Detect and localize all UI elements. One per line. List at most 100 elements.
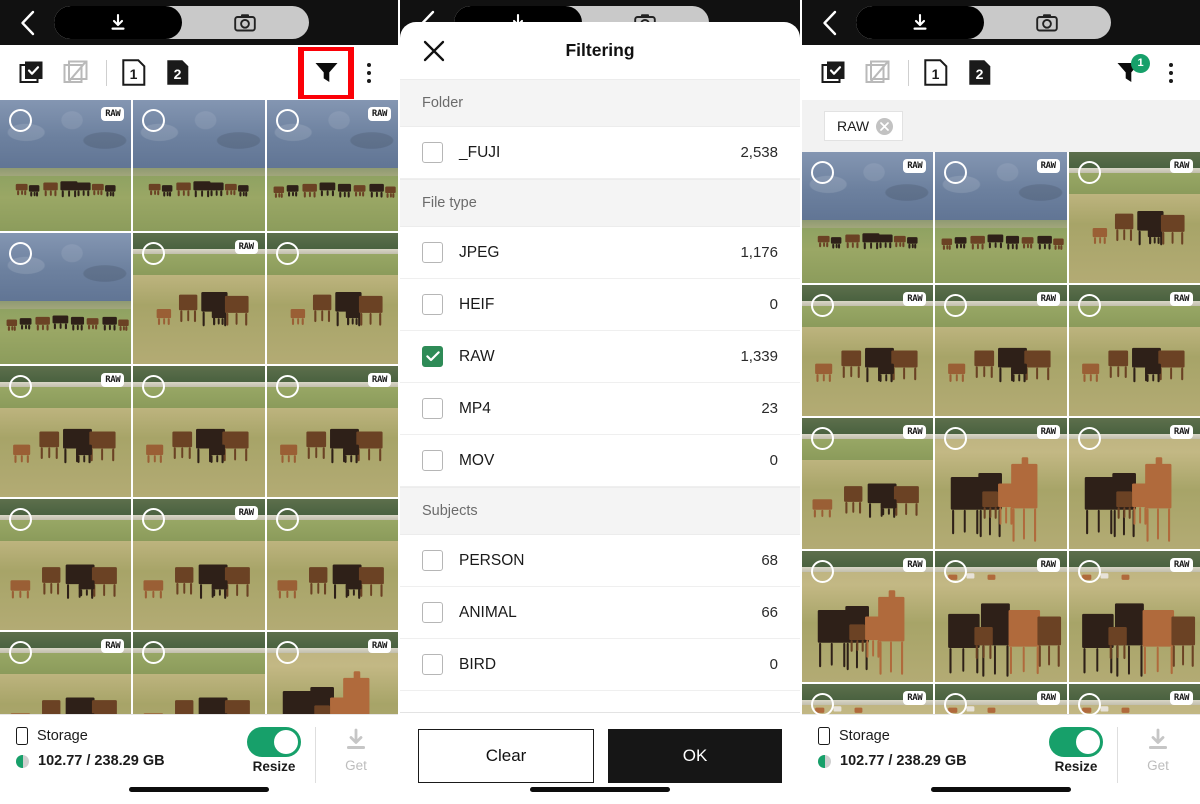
- photo-select-circle[interactable]: [1077, 693, 1101, 716]
- toolbar-divider: [106, 59, 107, 86]
- photo-thumbnail[interactable]: RAW: [802, 285, 934, 416]
- deselect-all-icon[interactable]: [58, 56, 92, 90]
- photo-select-circle[interactable]: [9, 109, 32, 132]
- photo-select-circle[interactable]: [9, 508, 32, 531]
- back-chevron-icon[interactable]: [12, 8, 42, 38]
- photo-thumbnail[interactable]: [133, 100, 265, 231]
- photo-thumbnail[interactable]: RAW: [0, 100, 132, 231]
- photo-grid[interactable]: RAW RAW RAW RAW RAW RAW RAW RAW: [0, 100, 398, 763]
- resize-toggle[interactable]: [247, 727, 301, 757]
- photo-select-circle[interactable]: [275, 508, 299, 531]
- photo-thumbnail[interactable]: RAW: [0, 366, 132, 497]
- photo-thumbnail[interactable]: [266, 499, 398, 630]
- segment-camera[interactable]: [984, 6, 1112, 39]
- resize-control[interactable]: Resize: [1049, 727, 1103, 774]
- panel-filter-dialog: Filtering Folder _FUJI 2,538 File type JPEG 1…: [400, 0, 800, 804]
- deselect-all-icon[interactable]: [860, 56, 894, 90]
- photo-select-circle[interactable]: [811, 693, 834, 716]
- photo-thumbnail[interactable]: [266, 233, 398, 364]
- filter-option-checkbox[interactable]: [422, 450, 443, 471]
- photo-select-circle[interactable]: [811, 294, 834, 317]
- close-circle-icon[interactable]: [876, 117, 894, 135]
- photo-select-circle[interactable]: [275, 242, 299, 265]
- filter-option-row[interactable]: JPEG 1,176: [400, 227, 800, 279]
- photo-thumbnail[interactable]: RAW: [802, 551, 934, 682]
- photo-select-circle[interactable]: [1077, 560, 1101, 583]
- photo-thumbnail[interactable]: RAW: [266, 366, 398, 497]
- photo-thumbnail[interactable]: RAW: [133, 233, 265, 364]
- filter-option-row[interactable]: ANIMAL 66: [400, 587, 800, 639]
- photo-thumbnail[interactable]: RAW: [935, 285, 1067, 416]
- segment-camera[interactable]: [182, 6, 310, 39]
- filter-option-checkbox[interactable]: [422, 654, 443, 675]
- resize-control[interactable]: Resize: [247, 727, 301, 774]
- photo-select-circle[interactable]: [811, 560, 834, 583]
- photo-thumbnail[interactable]: RAW: [1068, 285, 1200, 416]
- photo-thumbnail[interactable]: [0, 499, 132, 630]
- filter-option-row[interactable]: BIRD 0: [400, 639, 800, 691]
- photo-select-circle[interactable]: [811, 427, 834, 450]
- photo-select-circle[interactable]: [1077, 427, 1101, 450]
- filter-option-checkbox[interactable]: [422, 346, 443, 367]
- photo-thumbnail[interactable]: RAW: [935, 152, 1067, 283]
- filter-option-row[interactable]: MOV 0: [400, 435, 800, 487]
- photo-thumbnail[interactable]: RAW: [133, 499, 265, 630]
- photo-select-circle[interactable]: [275, 109, 299, 132]
- filter-chip-raw[interactable]: RAW: [824, 111, 904, 141]
- page-two-icon[interactable]: 2: [161, 56, 195, 90]
- kebab-menu-icon[interactable]: [354, 56, 384, 90]
- filter-button[interactable]: [298, 46, 354, 99]
- page-two-icon[interactable]: 2: [963, 56, 997, 90]
- filter-option-checkbox[interactable]: [422, 550, 443, 571]
- filter-option-checkbox[interactable]: [422, 294, 443, 315]
- segment-download[interactable]: [54, 6, 182, 39]
- storage-usage-value: 102.77 / 238.29 GB: [840, 753, 967, 769]
- select-all-icon[interactable]: [14, 56, 48, 90]
- select-all-icon[interactable]: [816, 56, 850, 90]
- photo-select-circle[interactable]: [9, 641, 32, 664]
- photo-thumbnail[interactable]: RAW: [1068, 418, 1200, 549]
- filter-option-checkbox[interactable]: [422, 242, 443, 263]
- filter-option-checkbox[interactable]: [422, 602, 443, 623]
- filter-option-row[interactable]: PERSON 68: [400, 535, 800, 587]
- kebab-menu-icon[interactable]: [1156, 56, 1186, 90]
- photo-select-circle[interactable]: [275, 641, 299, 664]
- page-one-icon[interactable]: 1: [919, 56, 953, 90]
- photo-select-circle[interactable]: [811, 161, 834, 184]
- photo-thumbnail[interactable]: [133, 366, 265, 497]
- photo-select-circle[interactable]: [9, 242, 32, 265]
- photo-thumbnail[interactable]: RAW: [935, 551, 1067, 682]
- filter-option-row[interactable]: RAW 1,339: [400, 331, 800, 383]
- mode-segmented-toggle[interactable]: [54, 6, 309, 39]
- get-button[interactable]: Get: [1132, 727, 1184, 773]
- back-chevron-icon[interactable]: [814, 8, 844, 38]
- photo-select-circle[interactable]: [1077, 294, 1101, 317]
- photo-select-circle[interactable]: [1077, 161, 1101, 184]
- photo-thumbnail[interactable]: RAW: [802, 152, 934, 283]
- photo-thumbnail[interactable]: RAW: [266, 100, 398, 231]
- filter-option-checkbox[interactable]: [422, 142, 443, 163]
- segment-download[interactable]: [856, 6, 984, 39]
- photo-thumbnail[interactable]: RAW: [935, 418, 1067, 549]
- get-button[interactable]: Get: [330, 727, 382, 773]
- mode-segmented-toggle[interactable]: [856, 6, 1111, 39]
- filter-funnel-icon[interactable]: [308, 59, 344, 87]
- photo-thumbnail[interactable]: RAW: [1068, 152, 1200, 283]
- filter-option-row[interactable]: MP4 23: [400, 383, 800, 435]
- ok-button[interactable]: OK: [608, 729, 782, 783]
- filter-button[interactable]: 1: [1110, 53, 1150, 90]
- dialog-option-list[interactable]: Folder _FUJI 2,538 File type JPEG 1,176 HEIF 0 R…: [400, 79, 800, 712]
- resize-toggle[interactable]: [1049, 727, 1103, 757]
- photo-thumbnail[interactable]: [0, 233, 132, 364]
- filter-option-row[interactable]: HEIF 0: [400, 279, 800, 331]
- photo-grid[interactable]: RAW RAW RAW RAW RAW RAW RAW RAW RAW RAW RAW RAW RAW R…: [802, 152, 1200, 804]
- photo-select-circle[interactable]: [275, 375, 299, 398]
- photo-select-circle[interactable]: [9, 375, 32, 398]
- filter-option-checkbox[interactable]: [422, 398, 443, 419]
- photo-thumbnail[interactable]: RAW: [1068, 551, 1200, 682]
- photo-thumbnail[interactable]: RAW: [802, 418, 934, 549]
- close-icon[interactable]: [418, 35, 450, 67]
- page-one-icon[interactable]: 1: [117, 56, 151, 90]
- filter-option-row[interactable]: _FUJI 2,538: [400, 127, 800, 179]
- clear-button[interactable]: Clear: [418, 729, 594, 783]
